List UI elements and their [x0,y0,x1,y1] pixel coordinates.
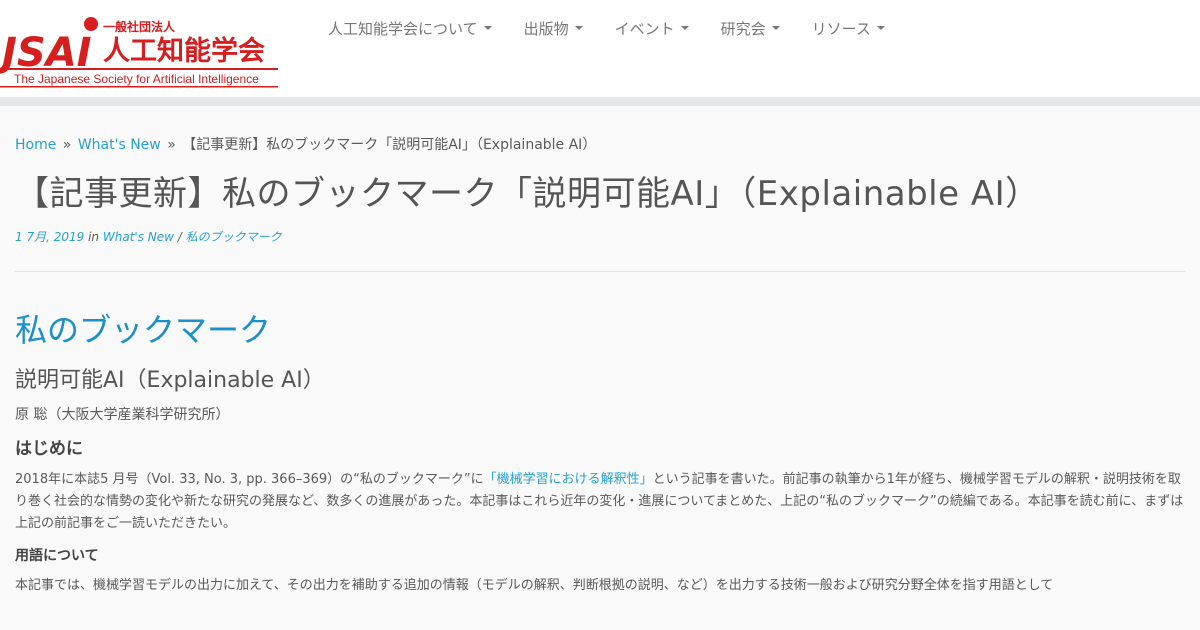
caret-down-icon [574,26,583,30]
terms-paragraph: 本記事では、機械学習モデルの出力に加えて、その出力を補助する追加の情報（モデルの… [15,578,1054,593]
article-author: 原 聡（大阪大学産業科学研究所） [15,407,230,423]
nav-item-label: イベント [614,19,675,38]
post-in-label: in [88,230,100,244]
content-divider [15,271,1185,272]
nav-item-label: リソース [811,19,871,38]
breadcrumb-separator: » [62,137,72,153]
main-content: Home » What's New » 【記事更新】私のブックマーク「説明可能A… [0,134,1200,597]
breadcrumb-current: 【記事更新】私のブックマーク「説明可能AI」（Explainable AI） [182,137,597,153]
breadcrumb-whats-new-link[interactable]: What's New [78,137,161,153]
intro-heading: はじめに [15,439,83,459]
logo-name-ja: 人工知能学会 [103,35,265,67]
nav-item-about[interactable]: 人工知能学会について [312,18,508,39]
breadcrumb-home-link[interactable]: Home [15,137,56,153]
intro-paragraph: 2018年に本誌5 月号（Vol. 33, No. 3, pp. 366–369… [15,469,1185,535]
terms-heading: 用語について [15,548,99,564]
post-meta: 1 7月, 2019 in What's New / 私のブックマーク [15,228,1185,245]
caret-down-icon [680,26,689,30]
category-link-whats-new[interactable]: What's New [103,230,174,244]
logo-org-type: 一般社団法人 [103,19,176,34]
breadcrumb: Home » What's New » 【記事更新】私のブックマーク「説明可能A… [15,134,1185,154]
category-separator: / [177,230,182,244]
nav-item-label: 人工知能学会について [328,19,478,38]
header-band [0,97,1200,106]
intro-text-1: 2018年に本誌5 月号（Vol. 33, No. 3, pp. 366–369… [15,472,484,487]
main-nav: 人工知能学会について 出版物 イベント 研究会 リソース [312,0,901,56]
nav-item-label: 研究会 [720,19,766,38]
caret-down-icon [771,26,780,30]
site-header: JSAI 一般社団法人 人工知能学会 The Japanese Society … [0,0,1200,97]
nav-item-publications[interactable]: 出版物 [508,18,599,39]
nav-item-sig[interactable]: 研究会 [705,18,796,39]
post-date-link[interactable]: 1 7月, 2019 [15,230,84,244]
nav-item-resources[interactable]: リソース [796,18,901,39]
caret-down-icon [876,26,885,30]
nav-item-label: 出版物 [523,19,569,38]
section-title: 私のブックマーク [15,311,272,349]
breadcrumb-separator: » [167,137,176,153]
caret-down-icon [483,26,492,30]
logo-name-en: The Japanese Society for Artificial Inte… [14,72,259,86]
article-title: 説明可能AI（Explainable AI） [15,368,325,393]
nav-item-events[interactable]: イベント [599,18,705,39]
category-link-bookmark[interactable]: 私のブックマーク [186,230,282,244]
previous-article-link[interactable]: 「機械学習における解釈性」 [484,472,653,487]
page-title: 【記事更新】私のブックマーク「説明可能AI」（Explainable AI） [15,174,1040,214]
jsai-logo[interactable]: JSAI 一般社団法人 人工知能学会 The Japanese Society … [0,14,278,89]
